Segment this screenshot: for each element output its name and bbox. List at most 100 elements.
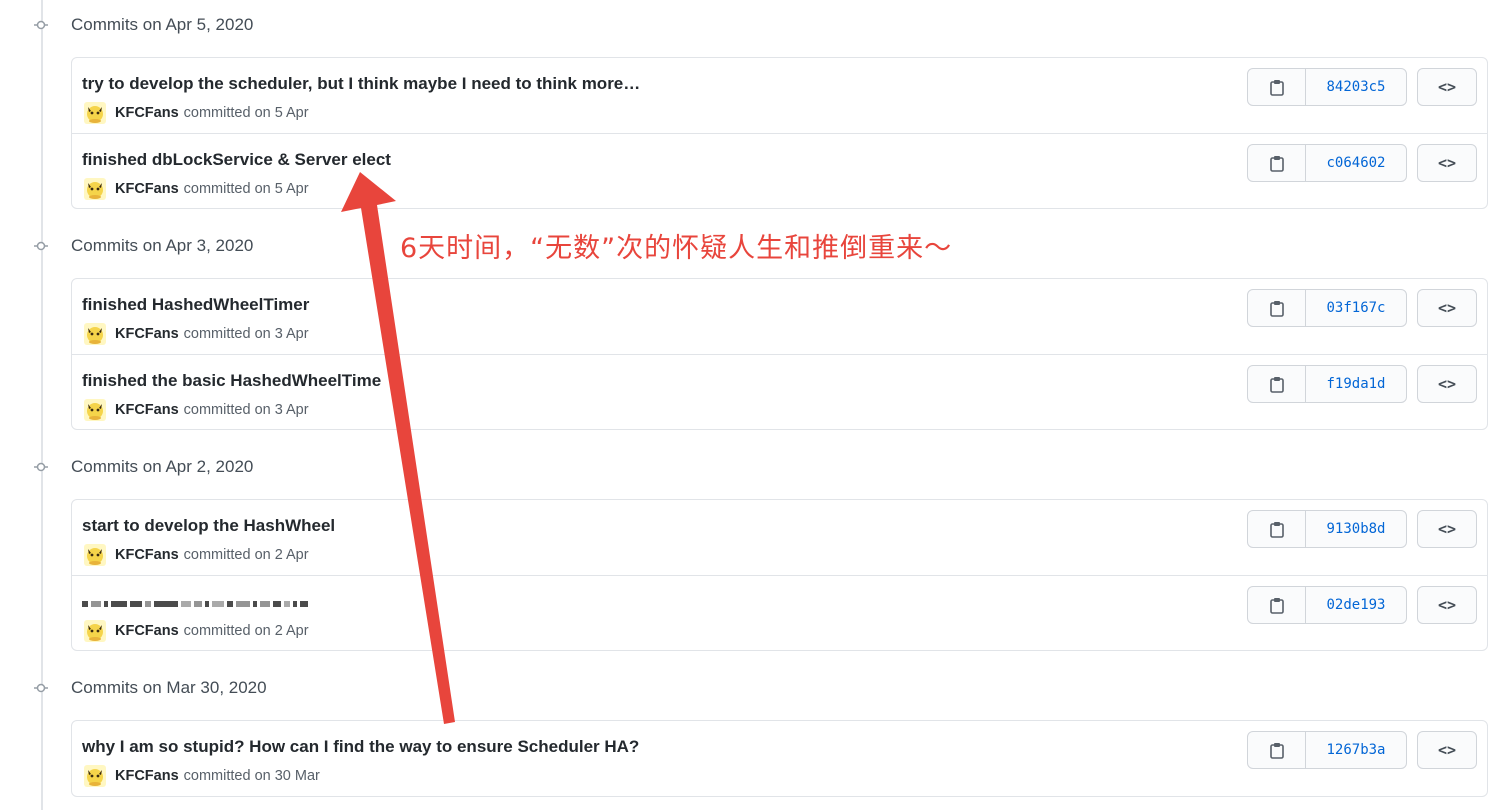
copy-sha-button[interactable] — [1248, 732, 1306, 768]
browse-repo-button[interactable]: <> — [1417, 289, 1477, 327]
browse-repo-button[interactable]: <> — [1417, 510, 1477, 548]
commit-row: finished HashedWheelTimer KFCFans commit… — [72, 279, 1487, 354]
commit-group-list: try to develop the scheduler, but I thin… — [71, 57, 1488, 209]
commit-node-icon — [34, 240, 48, 252]
author-link[interactable]: KFCFans — [115, 326, 179, 342]
clipboard-icon — [1269, 79, 1284, 96]
commit-row: start to develop the HashWheel KFCFans c… — [72, 500, 1487, 575]
commit-date: committed on 5 Apr — [183, 181, 309, 197]
code-brackets-icon: <> — [1437, 375, 1457, 393]
browse-repo-button[interactable]: <> — [1417, 68, 1477, 106]
group-date-title: Commits on Apr 5, 2020 — [71, 15, 254, 34]
commit-message-link[interactable]: finished the basic HashedWheelTime — [82, 371, 381, 391]
code-brackets-icon: <> — [1437, 520, 1457, 538]
sha-link[interactable]: 1267b3a — [1306, 732, 1406, 768]
commit-meta: KFCFans committed on 5 Apr — [84, 102, 309, 124]
browse-repo-button[interactable]: <> — [1417, 586, 1477, 624]
commit-node-icon — [34, 682, 48, 694]
copy-sha-button[interactable] — [1248, 69, 1306, 105]
commit-message-redacted[interactable] — [82, 592, 308, 612]
commit-message-link[interactable]: why I am so stupid? How can I find the w… — [82, 737, 639, 757]
commit-button-group: 03f167c — [1247, 289, 1407, 327]
sha-link[interactable]: 02de193 — [1306, 587, 1406, 623]
commit-group-header: Commits on Apr 5, 2020 — [0, 10, 1500, 40]
commit-meta: KFCFans committed on 30 Mar — [84, 765, 320, 787]
avatar[interactable] — [84, 620, 106, 642]
commit-group-list: start to develop the HashWheel KFCFans c… — [71, 499, 1488, 651]
commit-date: committed on 30 Mar — [183, 768, 320, 784]
browse-repo-button[interactable]: <> — [1417, 365, 1477, 403]
commit-row: try to develop the scheduler, but I thin… — [72, 58, 1487, 133]
sha-link[interactable]: f19da1d — [1306, 366, 1406, 402]
commit-row: KFCFans committed on 2 Apr 02de193 <> — [72, 575, 1487, 650]
commit-group-header: Commits on Mar 30, 2020 — [0, 673, 1500, 703]
annotation-text: 6天时间，“无数”次的怀疑人生和推倒重来～ — [400, 233, 953, 264]
commit-date: committed on 2 Apr — [183, 547, 309, 563]
commit-group-list: why I am so stupid? How can I find the w… — [71, 720, 1488, 797]
group-date-title: Commits on Apr 3, 2020 — [71, 236, 254, 255]
commit-button-group: 84203c5 — [1247, 68, 1407, 106]
author-link[interactable]: KFCFans — [115, 547, 179, 563]
avatar[interactable] — [84, 178, 106, 200]
avatar[interactable] — [84, 399, 106, 421]
commit-meta: KFCFans committed on 3 Apr — [84, 323, 309, 345]
sha-link[interactable]: 03f167c — [1306, 290, 1406, 326]
commit-meta: KFCFans committed on 3 Apr — [84, 399, 309, 421]
commit-group-header: Commits on Apr 2, 2020 — [0, 452, 1500, 482]
code-brackets-icon: <> — [1437, 741, 1457, 759]
group-date-title: Commits on Apr 2, 2020 — [71, 457, 254, 476]
clipboard-icon — [1269, 597, 1284, 614]
copy-sha-button[interactable] — [1248, 587, 1306, 623]
commit-node-icon — [34, 19, 48, 31]
code-brackets-icon: <> — [1437, 154, 1457, 172]
sha-link[interactable]: c064602 — [1306, 145, 1406, 181]
author-link[interactable]: KFCFans — [115, 623, 179, 639]
commit-group-list: finished HashedWheelTimer KFCFans commit… — [71, 278, 1488, 430]
commit-message-link[interactable]: start to develop the HashWheel — [82, 516, 335, 536]
avatar[interactable] — [84, 765, 106, 787]
copy-sha-button[interactable] — [1248, 511, 1306, 547]
commit-row: finished dbLockService & Server elect KF… — [72, 133, 1487, 208]
author-link[interactable]: KFCFans — [115, 105, 179, 121]
redacted-text — [82, 601, 308, 607]
browse-repo-button[interactable]: <> — [1417, 144, 1477, 182]
code-brackets-icon: <> — [1437, 299, 1457, 317]
commit-date: committed on 3 Apr — [183, 402, 309, 418]
commit-button-group: c064602 — [1247, 144, 1407, 182]
sha-link[interactable]: 84203c5 — [1306, 69, 1406, 105]
commit-button-group: 1267b3a — [1247, 731, 1407, 769]
clipboard-icon — [1269, 300, 1284, 317]
clipboard-icon — [1269, 742, 1284, 759]
commit-row: why I am so stupid? How can I find the w… — [72, 721, 1487, 796]
commit-date: committed on 2 Apr — [183, 623, 309, 639]
code-brackets-icon: <> — [1437, 596, 1457, 614]
commit-row: finished the basic HashedWheelTime KFCFa… — [72, 354, 1487, 429]
commit-node-icon — [34, 461, 48, 473]
copy-sha-button[interactable] — [1248, 290, 1306, 326]
avatar[interactable] — [84, 544, 106, 566]
commit-date: committed on 3 Apr — [183, 326, 309, 342]
clipboard-icon — [1269, 155, 1284, 172]
browse-repo-button[interactable]: <> — [1417, 731, 1477, 769]
commit-meta: KFCFans committed on 2 Apr — [84, 544, 309, 566]
clipboard-icon — [1269, 376, 1284, 393]
commit-date: committed on 5 Apr — [183, 105, 309, 121]
commit-button-group: 9130b8d — [1247, 510, 1407, 548]
code-brackets-icon: <> — [1437, 78, 1457, 96]
copy-sha-button[interactable] — [1248, 145, 1306, 181]
commit-meta: KFCFans committed on 2 Apr — [84, 620, 309, 642]
avatar[interactable] — [84, 323, 106, 345]
commit-message-link[interactable]: finished dbLockService & Server elect — [82, 150, 391, 170]
avatar[interactable] — [84, 102, 106, 124]
commit-message-link[interactable]: try to develop the scheduler, but I thin… — [82, 74, 640, 94]
author-link[interactable]: KFCFans — [115, 768, 179, 784]
sha-link[interactable]: 9130b8d — [1306, 511, 1406, 547]
clipboard-icon — [1269, 521, 1284, 538]
commit-button-group: f19da1d — [1247, 365, 1407, 403]
group-date-title: Commits on Mar 30, 2020 — [71, 678, 267, 697]
commit-button-group: 02de193 — [1247, 586, 1407, 624]
copy-sha-button[interactable] — [1248, 366, 1306, 402]
author-link[interactable]: KFCFans — [115, 402, 179, 418]
author-link[interactable]: KFCFans — [115, 181, 179, 197]
commit-message-link[interactable]: finished HashedWheelTimer — [82, 295, 309, 315]
